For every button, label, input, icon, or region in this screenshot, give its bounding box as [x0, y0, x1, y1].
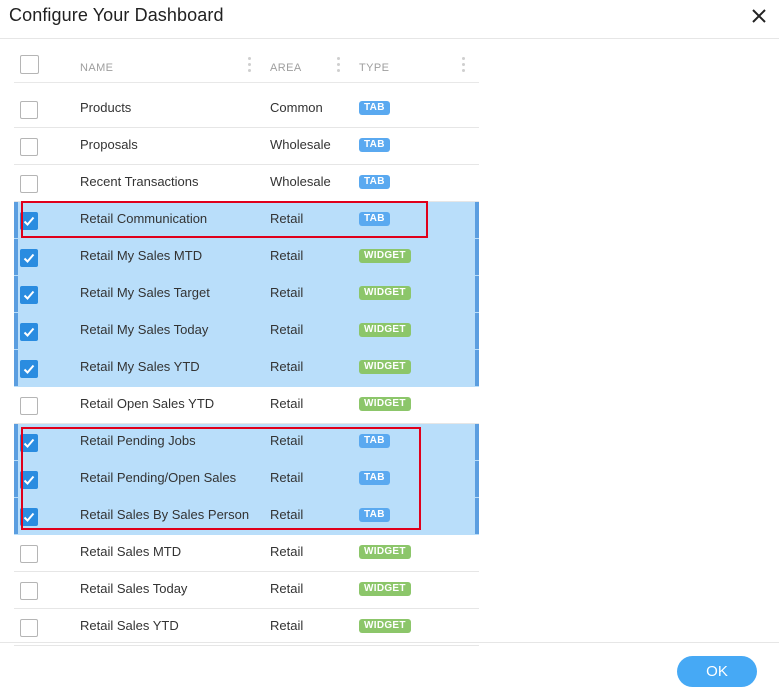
type-badge: WIDGET: [359, 545, 411, 559]
row-checkbox[interactable]: [20, 545, 38, 563]
column-menu-icon[interactable]: [337, 57, 341, 75]
column-menu-icon[interactable]: [462, 57, 466, 75]
selection-edge: [14, 498, 18, 534]
type-badge: WIDGET: [359, 360, 411, 374]
item-area: Common: [270, 100, 323, 115]
selection-edge: [14, 350, 18, 386]
table-row[interactable]: Recent Transactions Wholesale TAB: [14, 165, 479, 202]
row-checkbox[interactable]: [20, 175, 38, 193]
highlight-box: [21, 427, 421, 530]
item-name: Retail Sales MTD: [80, 544, 182, 559]
selection-edge: [475, 313, 479, 349]
selection-edge: [14, 461, 18, 497]
selection-edge: [14, 276, 18, 312]
item-name: Recent Transactions: [80, 174, 199, 189]
dashboard-items-table: NAME AREA TYPE Products Common TAB Proposal…: [14, 50, 479, 646]
selection-edge: [475, 498, 479, 534]
highlight-box: [21, 201, 428, 238]
table-row[interactable]: Products Common TAB: [14, 91, 479, 128]
row-checkbox[interactable]: [20, 286, 38, 304]
column-header-type[interactable]: TYPE: [359, 62, 389, 74]
row-checkbox[interactable]: [20, 397, 38, 415]
table-row[interactable]: Retail My Sales Today Retail WIDGET: [14, 313, 479, 350]
selection-edge: [14, 239, 18, 275]
type-badge: TAB: [359, 138, 390, 152]
column-header-area[interactable]: AREA: [270, 62, 302, 74]
item-area: Wholesale: [270, 174, 331, 189]
ok-button[interactable]: OK: [677, 656, 757, 687]
item-area: Retail: [270, 248, 304, 263]
row-checkbox[interactable]: [20, 582, 38, 600]
selection-edge: [475, 424, 479, 460]
item-area: Retail: [270, 396, 304, 411]
table-row[interactable]: Retail Sales MTD Retail WIDGET: [14, 535, 479, 572]
selection-edge: [14, 313, 18, 349]
selection-edge: [475, 461, 479, 497]
table-row[interactable]: Retail Open Sales YTD Retail WIDGET: [14, 387, 479, 424]
type-badge: WIDGET: [359, 323, 411, 337]
item-area: Wholesale: [270, 137, 331, 152]
selection-edge: [475, 239, 479, 275]
table-row[interactable]: Retail Sales Today Retail WIDGET: [14, 572, 479, 609]
type-badge: WIDGET: [359, 286, 411, 300]
type-badge: TAB: [359, 175, 390, 189]
selection-edge: [14, 424, 18, 460]
item-area: Retail: [270, 359, 304, 374]
type-badge: WIDGET: [359, 619, 411, 633]
item-name: Retail My Sales Today: [80, 322, 209, 337]
close-icon[interactable]: [748, 5, 770, 27]
table-row[interactable]: Retail My Sales MTD Retail WIDGET: [14, 239, 479, 276]
check-icon: [23, 290, 35, 300]
item-name: Proposals: [80, 137, 138, 152]
selection-edge: [14, 202, 18, 238]
type-badge: TAB: [359, 101, 390, 115]
item-name: Products: [80, 100, 132, 115]
item-name: Retail Sales YTD: [80, 618, 179, 633]
item-area: Retail: [270, 618, 304, 633]
table-row[interactable]: Retail My Sales YTD Retail WIDGET: [14, 350, 479, 387]
item-name: Retail Sales Today: [80, 581, 188, 596]
check-icon: [23, 364, 35, 374]
item-area: Retail: [270, 322, 304, 337]
table-row[interactable]: Proposals Wholesale TAB: [14, 128, 479, 165]
check-icon: [23, 327, 35, 337]
table-row[interactable]: Retail My Sales Target Retail WIDGET: [14, 276, 479, 313]
item-name: Retail My Sales MTD: [80, 248, 203, 263]
column-menu-icon[interactable]: [248, 57, 252, 75]
dialog-header: Configure Your Dashboard: [0, 0, 779, 39]
selection-edge: [475, 202, 479, 238]
type-badge: WIDGET: [359, 397, 411, 411]
item-name: Retail My Sales YTD: [80, 359, 200, 374]
type-badge: WIDGET: [359, 249, 411, 263]
table-row[interactable]: Retail Sales YTD Retail WIDGET: [14, 609, 479, 646]
row-checkbox[interactable]: [20, 138, 38, 156]
row-checkbox[interactable]: [20, 360, 38, 378]
dialog-footer: [0, 642, 779, 688]
item-name: Retail Open Sales YTD: [80, 396, 215, 411]
dialog-title: Configure Your Dashboard: [9, 5, 224, 25]
check-icon: [23, 253, 35, 263]
row-checkbox[interactable]: [20, 249, 38, 267]
item-area: Retail: [270, 285, 304, 300]
type-badge: WIDGET: [359, 582, 411, 596]
item-area: Retail: [270, 581, 304, 596]
row-checkbox[interactable]: [20, 323, 38, 341]
selection-edge: [475, 276, 479, 312]
item-name: Retail My Sales Target: [80, 285, 210, 300]
row-checkbox[interactable]: [20, 619, 38, 637]
table-body: Products Common TAB Proposals Wholesale TAB Re…: [14, 91, 479, 646]
column-header-name[interactable]: NAME: [80, 62, 113, 74]
row-checkbox[interactable]: [20, 101, 38, 119]
item-area: Retail: [270, 544, 304, 559]
table-header: NAME AREA TYPE: [14, 50, 479, 83]
selection-edge: [475, 350, 479, 386]
select-all-checkbox[interactable]: [20, 55, 39, 74]
